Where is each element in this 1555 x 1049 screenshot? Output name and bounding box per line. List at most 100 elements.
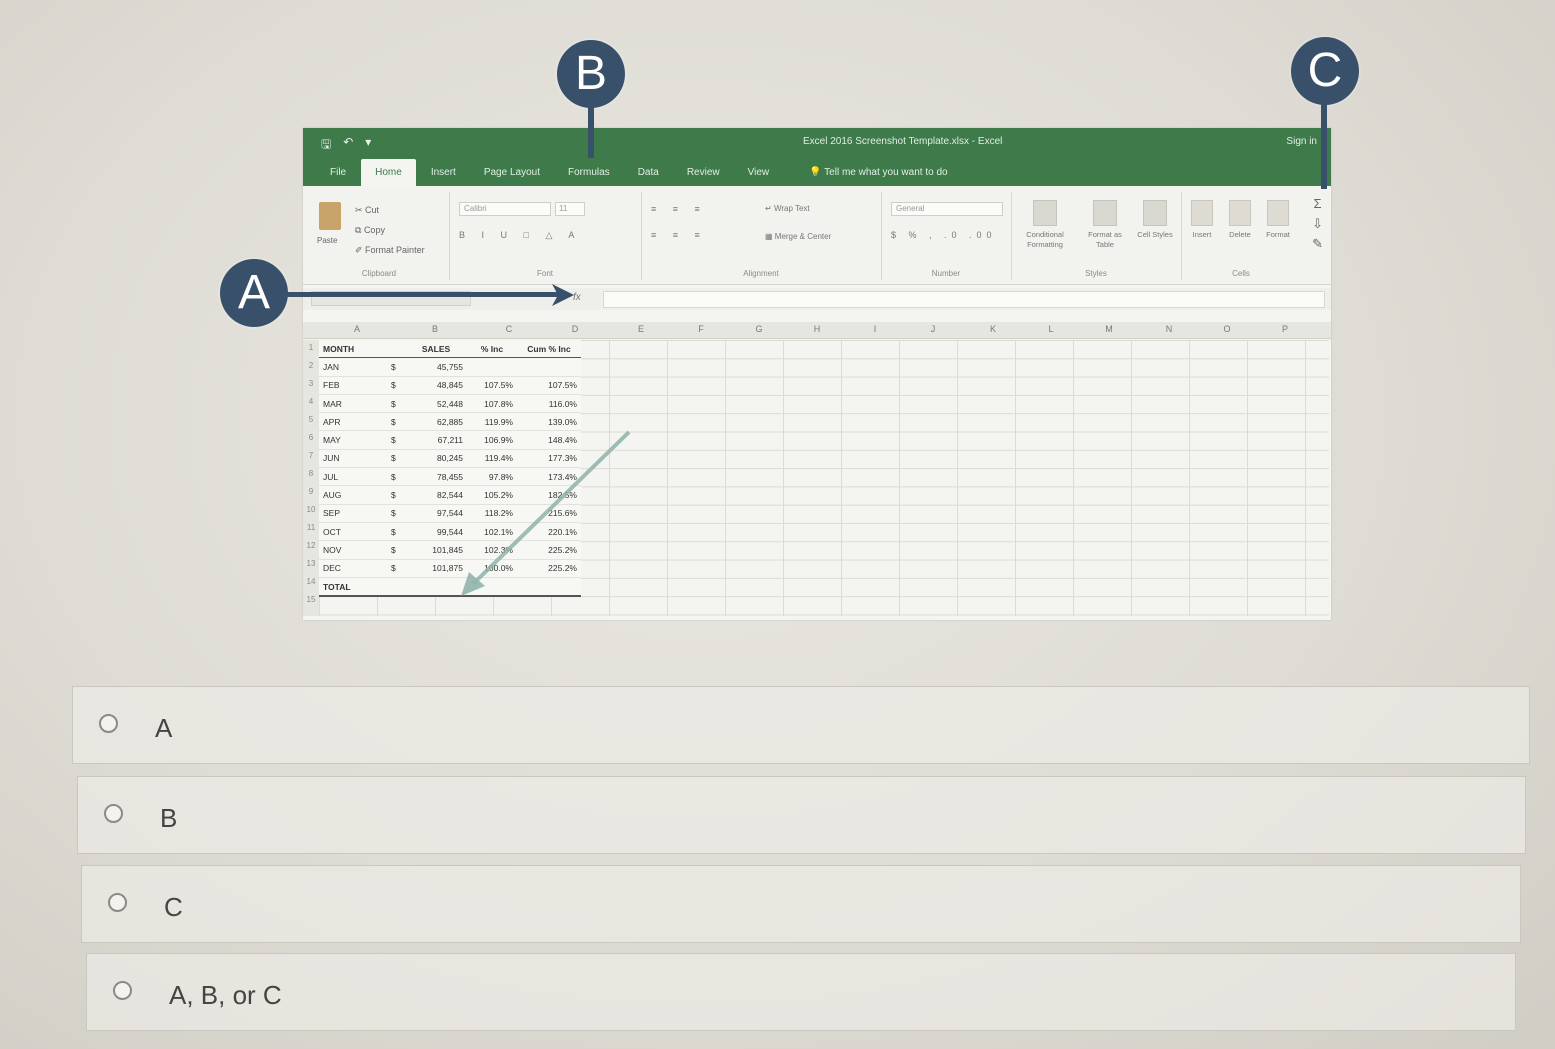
cell-sales[interactable]: 52,448 — [405, 394, 467, 414]
cell-total-empty[interactable] — [387, 576, 405, 598]
column-header-p[interactable]: P — [1275, 324, 1295, 334]
cell-cur[interactable]: $ — [387, 412, 405, 432]
cell-total-label[interactable]: TOTAL — [319, 576, 387, 598]
cell-cum[interactable]: 116.0% — [517, 394, 581, 414]
row-header[interactable]: 7 — [303, 451, 319, 460]
font-format-buttons[interactable]: B I U □ △ A — [459, 230, 581, 241]
cell-month[interactable]: NOV — [319, 540, 387, 560]
row-header[interactable]: 8 — [303, 469, 319, 478]
tab-formulas[interactable]: Formulas — [555, 167, 623, 186]
column-header-g[interactable]: G — [749, 324, 769, 334]
number-format-buttons[interactable]: $ % , .0 .00 — [891, 230, 997, 240]
merge-center-button[interactable]: ▦ Merge & Center — [765, 232, 831, 241]
option-b[interactable]: B — [77, 776, 1526, 854]
row-header[interactable]: 3 — [303, 379, 319, 388]
cell-sales[interactable]: 45,755 — [405, 357, 467, 377]
column-header-f[interactable]: F — [691, 324, 711, 334]
radio-icon[interactable] — [99, 714, 118, 733]
cell-month[interactable]: APR — [319, 412, 387, 432]
radio-icon[interactable] — [108, 893, 127, 912]
column-header-a[interactable]: A — [347, 324, 367, 334]
font-size-select[interactable]: 11 — [555, 202, 585, 216]
cell-sales[interactable]: 48,845 — [405, 376, 467, 395]
tab-home[interactable]: Home — [361, 159, 416, 186]
conditional-formatting-button[interactable]: Conditional Formatting — [1017, 200, 1073, 250]
cell-cur[interactable]: $ — [387, 430, 405, 450]
column-header-e[interactable]: E — [631, 324, 651, 334]
cell-inc[interactable] — [467, 357, 517, 377]
delete-cells-button[interactable]: Delete — [1223, 200, 1257, 239]
fill-icon[interactable]: ⇩ — [1312, 214, 1323, 234]
column-header-h[interactable]: H — [807, 324, 827, 334]
cell-month[interactable]: MAY — [319, 430, 387, 450]
column-header-j[interactable]: J — [923, 324, 943, 334]
cell-cur[interactable]: $ — [387, 485, 405, 505]
copy-button[interactable]: ⧉ Copy — [355, 220, 425, 240]
cell-month[interactable]: MAR — [319, 394, 387, 414]
header-inc[interactable]: % Inc — [467, 340, 517, 359]
cell-cum[interactable] — [517, 357, 581, 377]
autosum-icon[interactable]: Σ — [1312, 194, 1323, 214]
customize-qat-icon[interactable]: ▾ — [365, 135, 371, 156]
column-header-i[interactable]: I — [865, 324, 885, 334]
tab-view[interactable]: View — [735, 167, 783, 186]
option-c[interactable]: C — [81, 865, 1521, 943]
cell-cur[interactable]: $ — [387, 376, 405, 395]
clear-icon[interactable]: ✎ — [1312, 234, 1323, 254]
cell-month[interactable]: JUL — [319, 467, 387, 487]
cell-inc[interactable]: 107.8% — [467, 394, 517, 414]
option-abc[interactable]: A, B, or C — [86, 953, 1516, 1031]
column-header-n[interactable]: N — [1159, 324, 1179, 334]
wrap-text-button[interactable]: ↵ Wrap Text — [765, 204, 810, 213]
cell-inc[interactable]: 107.5% — [467, 376, 517, 395]
row-header[interactable]: 5 — [303, 415, 319, 424]
header-sales[interactable]: SALES — [405, 340, 467, 359]
tab-page-layout[interactable]: Page Layout — [471, 167, 553, 186]
paste-button[interactable]: Paste — [317, 236, 337, 245]
cell-month[interactable]: DEC — [319, 559, 387, 578]
tab-file[interactable]: File — [317, 167, 359, 186]
column-header-d[interactable]: D — [565, 324, 585, 334]
cell-styles-button[interactable]: Cell Styles — [1135, 200, 1175, 240]
option-a[interactable]: A — [72, 686, 1530, 764]
cell-month[interactable]: FEB — [319, 376, 387, 395]
format-cells-button[interactable]: Format — [1261, 200, 1295, 239]
column-header-o[interactable]: O — [1217, 324, 1237, 334]
tell-me-box[interactable]: 💡 Tell me what you want to do — [796, 167, 960, 186]
tab-review[interactable]: Review — [674, 167, 733, 186]
column-header-k[interactable]: K — [983, 324, 1003, 334]
row-header[interactable]: 12 — [303, 541, 319, 550]
cell-cur[interactable]: $ — [387, 522, 405, 542]
cell-cum[interactable]: 107.5% — [517, 376, 581, 395]
column-header-m[interactable]: M — [1099, 324, 1119, 334]
row-header[interactable]: 6 — [303, 433, 319, 442]
header-month[interactable]: MONTH — [319, 340, 387, 359]
cell-cur[interactable]: $ — [387, 357, 405, 377]
cell-cur[interactable]: $ — [387, 540, 405, 560]
cell-cur[interactable]: $ — [387, 394, 405, 414]
number-format-select[interactable]: General — [891, 202, 1003, 216]
row-header[interactable]: 11 — [303, 523, 319, 532]
radio-icon[interactable] — [104, 804, 123, 823]
align-buttons[interactable]: ≡ ≡ ≡ — [651, 230, 707, 240]
row-header[interactable]: 9 — [303, 487, 319, 496]
column-header-l[interactable]: L — [1041, 324, 1061, 334]
header-cum[interactable]: Cum % Inc — [517, 340, 581, 359]
format-painter-button[interactable]: ✐ Format Painter — [355, 240, 425, 260]
row-header[interactable]: 14 — [303, 577, 319, 586]
cell-month[interactable]: AUG — [319, 485, 387, 505]
radio-icon[interactable] — [113, 981, 132, 1000]
column-header-c[interactable]: C — [499, 324, 519, 334]
undo-icon[interactable]: ↶ — [343, 135, 353, 156]
paste-icon[interactable] — [319, 202, 341, 230]
align-top-buttons[interactable]: ≡ ≡ ≡ — [651, 204, 707, 214]
cell-month[interactable]: JAN — [319, 357, 387, 377]
row-header[interactable]: 13 — [303, 559, 319, 568]
cell-cur[interactable]: $ — [387, 467, 405, 487]
row-header[interactable]: 1 — [303, 343, 319, 352]
cell-month[interactable]: OCT — [319, 522, 387, 542]
row-header[interactable]: 10 — [303, 505, 319, 514]
cut-button[interactable]: ✂ Cut — [355, 200, 425, 220]
row-header[interactable]: 2 — [303, 361, 319, 370]
formula-input[interactable] — [603, 291, 1325, 308]
